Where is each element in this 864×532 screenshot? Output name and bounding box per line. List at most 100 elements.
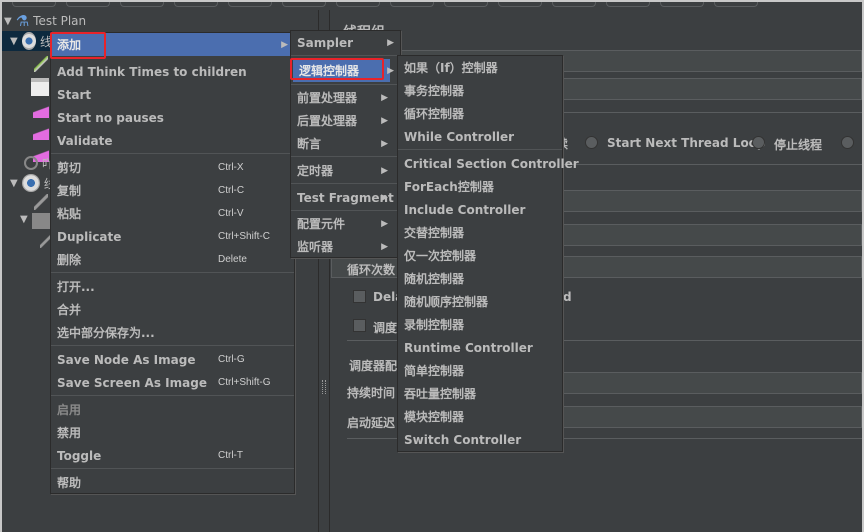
menu-item-pre-processor[interactable]: 前置处理器 ▶: [291, 86, 400, 109]
toolbar-button[interactable]: [174, 2, 218, 7]
menu-item-validate[interactable]: Validate: [51, 129, 294, 152]
submenu-arrow-icon: ▶: [381, 92, 388, 103]
menu-item-start[interactable]: Start: [51, 83, 294, 106]
toolbar-button[interactable]: [606, 2, 650, 7]
radio-stop-test[interactable]: [841, 136, 854, 149]
expand-icon[interactable]: ▼: [10, 178, 18, 189]
menu-item-config-element[interactable]: 配置元件 ▶: [291, 212, 400, 235]
loop-count-label: 循环次数: [347, 263, 396, 277]
menu-item-random-order-controller[interactable]: 随机顺序控制器: [398, 290, 562, 313]
menu-item-loop-controller[interactable]: 循环控制器: [398, 102, 562, 125]
menu-item-save-screen-as-image[interactable]: Save Screen As Image Ctrl+Shift-G: [51, 371, 294, 394]
gear-icon: [21, 174, 40, 192]
menu-item-simple-controller[interactable]: 简单控制器: [398, 359, 562, 382]
menu-separator: [51, 272, 294, 273]
toolbar-button[interactable]: [66, 2, 110, 7]
menu-item-test-fragment[interactable]: Test Fragment ▶: [291, 186, 400, 209]
toolbar-button[interactable]: [336, 2, 380, 7]
menu-item-add-think-times[interactable]: Add Think Times to children: [51, 60, 294, 83]
startup-delay-field[interactable]: [563, 406, 862, 428]
listener-icon: [33, 124, 49, 140]
menu-item-transaction-controller[interactable]: 事务控制器: [398, 79, 562, 102]
menu-item-timer[interactable]: 定时器 ▶: [291, 159, 400, 182]
submenu-arrow-icon: ▶: [387, 37, 394, 48]
submenu-arrow-icon: ▶: [381, 218, 388, 229]
menu-item-help[interactable]: 帮助: [51, 471, 294, 494]
toolbar-button[interactable]: [228, 2, 272, 7]
gear-icon: [21, 32, 36, 50]
menu-item-random-controller[interactable]: 随机控制器: [398, 267, 562, 290]
delay-checkbox[interactable]: [353, 290, 366, 303]
toolbar-button[interactable]: [120, 2, 164, 7]
toolbar-button[interactable]: [660, 2, 704, 7]
radio-stop-thread[interactable]: [752, 136, 765, 149]
menu-item-delete[interactable]: 删除 Delete: [51, 248, 294, 271]
toolbar-button[interactable]: [282, 2, 326, 7]
menu-separator: [398, 149, 562, 150]
menu-item-open[interactable]: 打开...: [51, 275, 294, 298]
menu-item-listener[interactable]: 监听器 ▶: [291, 235, 400, 258]
submenu-arrow-icon: ▶: [281, 39, 288, 50]
tree-node-thread-group[interactable]: ▼ 线: [2, 31, 52, 51]
tree-node-test-plan[interactable]: ▼ ⚗ Test Plan: [4, 11, 86, 31]
submenu-arrow-icon: ▶: [381, 138, 388, 149]
menu-item-post-processor[interactable]: 后置处理器 ▶: [291, 109, 400, 132]
menu-item-toggle[interactable]: Toggle Ctrl-T: [51, 444, 294, 467]
context-menu: 添加 ▶ Add Think Times to children Start St…: [50, 32, 295, 494]
expand-icon[interactable]: ▼: [4, 16, 12, 27]
tree-node-thread-group-2[interactable]: ▼ 线: [10, 173, 56, 193]
submenu-arrow-icon: ▶: [381, 115, 388, 126]
expand-icon[interactable]: ▼: [20, 214, 28, 225]
menu-item-switch-controller[interactable]: Switch Controller: [398, 428, 562, 451]
scheduler-label: 调度: [373, 321, 398, 335]
config-icon: [31, 78, 49, 96]
toolbar-button[interactable]: [390, 2, 434, 7]
radio-label: Start Next Thread Loop: [607, 136, 766, 150]
menu-item-interleave-controller[interactable]: 交替控制器: [398, 221, 562, 244]
menu-item-duplicate[interactable]: Duplicate Ctrl+Shift-C: [51, 225, 294, 248]
menu-item-runtime-controller[interactable]: Runtime Controller: [398, 336, 562, 359]
annotation-highlight-box: [290, 58, 384, 80]
menu-item-cut[interactable]: 剪切 Ctrl-X: [51, 156, 294, 179]
menu-separator: [51, 153, 294, 154]
menu-item-paste[interactable]: 粘贴 Ctrl-V: [51, 202, 294, 225]
menu-item-sampler[interactable]: Sampler ▶: [291, 31, 400, 54]
divider-grip-icon[interactable]: [322, 380, 326, 394]
menu-item-save-node-as-image[interactable]: Save Node As Image Ctrl-G: [51, 348, 294, 371]
menu-item-assertion[interactable]: 断言 ▶: [291, 132, 400, 155]
submenu-arrow-icon: ▶: [387, 65, 394, 76]
menu-item-start-no-pauses[interactable]: Start no pauses: [51, 106, 294, 129]
menu-separator: [51, 395, 294, 396]
toolbar-button[interactable]: [498, 2, 542, 7]
menu-item-module-controller[interactable]: 模块控制器: [398, 405, 562, 428]
menu-item-foreach-controller[interactable]: ForEach控制器: [398, 175, 562, 198]
expand-icon[interactable]: ▼: [10, 36, 18, 47]
toolbar-button[interactable]: [714, 2, 758, 7]
radio-start-next-thread-loop[interactable]: [585, 136, 598, 149]
menu-item-once-only-controller[interactable]: 仅一次控制器: [398, 244, 562, 267]
menu-item-enable: 启用: [57, 403, 82, 417]
duration-field[interactable]: [563, 372, 862, 394]
duration-label: 持续时间: [347, 386, 396, 400]
toolbar-button[interactable]: [444, 2, 488, 7]
menu-separator: [51, 345, 294, 346]
toolbar-button[interactable]: [552, 2, 596, 7]
menu-item-disable[interactable]: 禁用: [51, 421, 294, 444]
flask-icon: ⚗: [15, 12, 30, 30]
menu-separator: [291, 55, 400, 56]
delay-label-suffix: d: [563, 290, 572, 304]
menu-item-recording-controller[interactable]: 录制控制器: [398, 313, 562, 336]
magnifier-icon: [24, 156, 38, 170]
menu-separator: [291, 183, 400, 184]
menu-item-copy[interactable]: 复制 Ctrl-C: [51, 179, 294, 202]
menu-item-if-controller[interactable]: 如果（If）控制器: [398, 56, 562, 79]
menu-item-throughput-controller[interactable]: 吞吐量控制器: [398, 382, 562, 405]
menu-item-merge[interactable]: 合并: [51, 298, 294, 321]
menu-item-include-controller[interactable]: Include Controller: [398, 198, 562, 221]
menu-item-save-selection-as[interactable]: 选中部分保存为...: [51, 321, 294, 344]
scheduler-checkbox[interactable]: [353, 319, 366, 332]
logic-controller-submenu: 如果（If）控制器 事务控制器 循环控制器 While Controller C…: [397, 55, 579, 452]
menu-item-while-controller[interactable]: While Controller: [398, 125, 562, 148]
toolbar-button[interactable]: [12, 2, 56, 7]
menu-item-critical-section-controller[interactable]: Critical Section Controller: [398, 152, 579, 175]
